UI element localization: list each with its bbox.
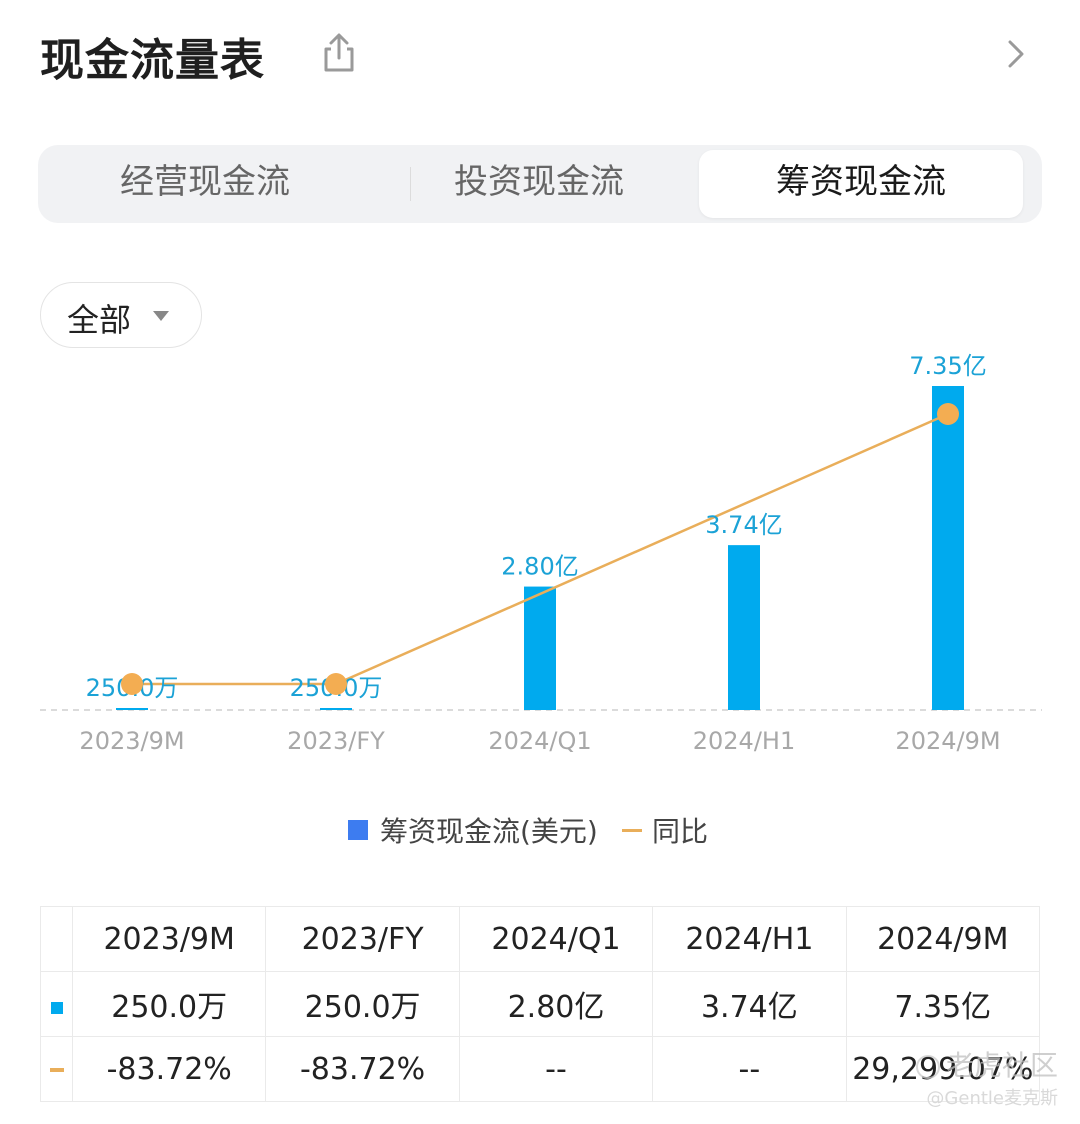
row-marker-line — [40, 1036, 73, 1102]
table-row-value: 250.0万 250.0万 2.80亿 3.74亿 7.35亿 — [40, 971, 1041, 1037]
yoy-point — [937, 403, 959, 425]
bar[interactable] — [728, 545, 760, 710]
legend-line-swatch — [622, 829, 642, 832]
bar-marker-icon — [50, 1001, 63, 1014]
table-row-yoy: -83.72% -83.72% -- -- 29,299.07% — [40, 1036, 1041, 1102]
bar[interactable] — [932, 386, 964, 710]
bar[interactable] — [320, 708, 352, 710]
share-icon[interactable] — [318, 32, 360, 74]
cashflow-tabs: 经营现金流 投资现金流 筹资现金流 — [38, 145, 1042, 223]
row-marker-bar — [40, 971, 73, 1037]
yoy-point — [325, 673, 347, 695]
table-header-cell: 2023/9M — [71, 906, 267, 972]
legend-label-yoy[interactable]: 同比 — [652, 810, 708, 850]
legend-label-financing[interactable]: 筹资现金流(美元) — [380, 810, 598, 850]
table-cell: 250.0万 — [265, 971, 460, 1037]
table-cell: 250.0万 — [71, 971, 267, 1037]
table-header-cell: 2024/H1 — [652, 906, 847, 972]
table-cell: -- — [652, 1036, 847, 1102]
bar-data-label: 7.35亿 — [909, 352, 986, 380]
table-header-cell: 2024/Q1 — [458, 906, 654, 972]
tab-operating[interactable]: 经营现金流 — [38, 145, 372, 223]
table-cell: -- — [458, 1036, 654, 1102]
page-title: 现金流量表 — [40, 35, 265, 86]
bar[interactable] — [116, 708, 148, 710]
watermark-brand: 老虎社区 — [915, 1044, 1058, 1084]
x-tick-label: 2023/FY — [287, 727, 385, 755]
x-tick-label: 2024/9M — [895, 727, 1000, 755]
tab-investing[interactable]: 投资现金流 — [372, 145, 706, 223]
filter-label: 全部 — [67, 301, 132, 339]
data-table: 2023/9M 2023/FY 2024/Q1 2024/H1 2024/9M … — [40, 906, 1041, 1102]
table-cell: 3.74亿 — [652, 971, 847, 1037]
watermark-line1: 老虎社区 — [945, 1049, 1058, 1082]
legend-bar-swatch — [348, 820, 368, 840]
table-header-cell: 2024/9M — [845, 906, 1041, 972]
watermark-line2: @Gentle麦克斯 — [926, 1088, 1058, 1109]
table-header-cell: 2023/FY — [265, 906, 460, 972]
chevron-right-icon[interactable] — [1000, 34, 1032, 74]
table-cell: -83.72% — [71, 1036, 267, 1102]
bar[interactable] — [524, 586, 556, 710]
table-cell: 2.80亿 — [458, 971, 654, 1037]
financing-cashflow-chart: 250.0万250.0万2.80亿3.74亿7.35亿2023/9M2023/F… — [40, 352, 1042, 755]
yoy-point — [121, 673, 143, 695]
bar-data-label: 2.80亿 — [501, 553, 578, 581]
x-tick-label: 2023/9M — [79, 727, 184, 755]
table-cell: -83.72% — [265, 1036, 460, 1102]
tiger-logo-icon — [915, 1055, 940, 1079]
caret-down-icon — [153, 311, 169, 321]
header: 现金流量表 — [0, 0, 1080, 110]
x-tick-label: 2024/H1 — [693, 727, 795, 755]
period-filter-dropdown[interactable]: 全部 — [40, 282, 202, 348]
table-header-row: 2023/9M 2023/FY 2024/Q1 2024/H1 2024/9M — [40, 906, 1041, 972]
line-marker-icon — [49, 1068, 64, 1072]
table-corner-cell — [40, 906, 73, 972]
tab-financing[interactable]: 筹资现金流 — [699, 150, 1023, 218]
table-cell: 7.35亿 — [845, 971, 1041, 1037]
bar-data-label: 3.74亿 — [705, 511, 782, 539]
watermark: 老虎社区 @Gentle麦克斯 — [915, 1044, 1058, 1110]
x-tick-label: 2024/Q1 — [488, 727, 591, 755]
